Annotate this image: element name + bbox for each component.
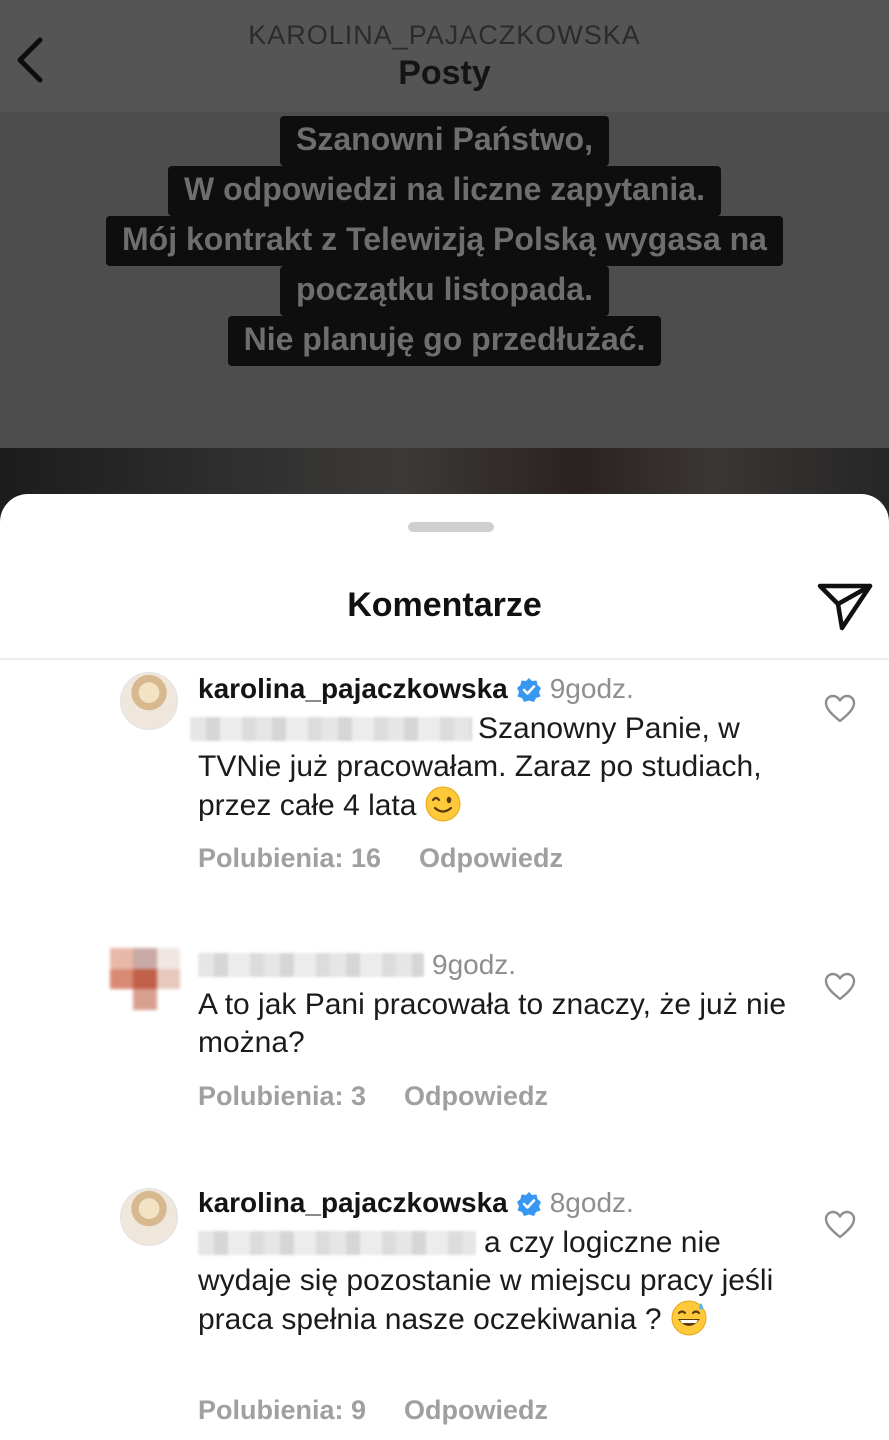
like-heart-icon[interactable] [824,1210,856,1240]
winking-face-emoji [425,786,461,822]
profile-username[interactable]: KAROLINA_PAJACZKOWSKA [0,20,889,51]
comments-sheet: Komentarze karolina_pajaczkowska 9godz. … [0,494,889,1440]
verified-badge-icon [516,1192,541,1216]
redacted-mention [190,717,472,741]
reply-button[interactable]: Odpowiedz [419,843,563,873]
post-story-text: Szanowni Państwo, W odpowiedzi na liczne… [0,116,889,366]
story-line: Szanowni Państwo, [280,116,609,166]
post-background: KAROLINA_PAJACZKOWSKA Posty Szanowni Pań… [0,0,889,520]
redacted-mention [198,1231,476,1255]
comment-meta: karolina_pajaczkowska 9godz. [198,672,634,706]
comment-text: A to jak Pani pracowała to znaczy, że ju… [198,988,787,1059]
verified-badge-icon [516,678,541,702]
avatar[interactable] [120,1188,178,1246]
reply-button[interactable]: Odpowiedz [404,1395,548,1425]
story-line: początku listopada. [280,266,609,316]
comment-text-block: A to jak Pani pracowała to znaczy, że ju… [198,986,798,1061]
paper-plane-icon [817,583,873,631]
story-line: W odpowiedzi na liczne zapytania. [168,166,721,216]
avatar[interactable] [120,672,178,730]
comment-time: 9godz. [432,949,517,980]
comment-actions: Polubienia: 9 Odpowiedz [198,1394,548,1426]
comment-username[interactable]: karolina_pajaczkowska [198,673,508,704]
comment-time: 8godz. [549,1187,634,1218]
top-bar: KAROLINA_PAJACZKOWSKA Posty [0,0,889,112]
comment-text-block: Szanowny Panie, w TVNie już pracowałam. … [190,710,798,825]
share-button[interactable] [816,580,874,632]
story-line: Mój kontrakt z Telewizją Polską wygasa n… [106,216,783,266]
like-heart-icon[interactable] [824,694,856,724]
sheet-drag-handle[interactable] [408,522,494,532]
likes-count[interactable]: Polubienia: 16 [198,843,381,873]
page-title: Posty [398,54,491,92]
sheet-title: Komentarze [347,586,542,624]
like-heart-icon[interactable] [824,972,856,1002]
divider [0,658,889,660]
reply-button[interactable]: Odpowiedz [404,1081,548,1111]
comment-actions: Polubienia: 16 Odpowiedz [198,842,563,874]
grinning-face-with-sweat-emoji [671,1300,707,1336]
story-line: Nie planuję go przedłużać. [227,316,662,366]
avatar[interactable] [110,948,180,1010]
comment-text-block: a czy logiczne nie wydaje się pozostanie… [198,1224,798,1339]
comment-actions: Polubienia: 3 Odpowiedz [198,1080,548,1112]
redacted-username [198,953,424,977]
comment-time: 9godz. [549,673,634,704]
comment-meta: 9godz. [198,948,516,982]
likes-count[interactable]: Polubienia: 9 [198,1395,366,1425]
likes-count[interactable]: Polubienia: 3 [198,1081,366,1111]
comment-username[interactable]: karolina_pajaczkowska [198,1187,508,1218]
comment-meta: karolina_pajaczkowska 8godz. [198,1186,634,1220]
